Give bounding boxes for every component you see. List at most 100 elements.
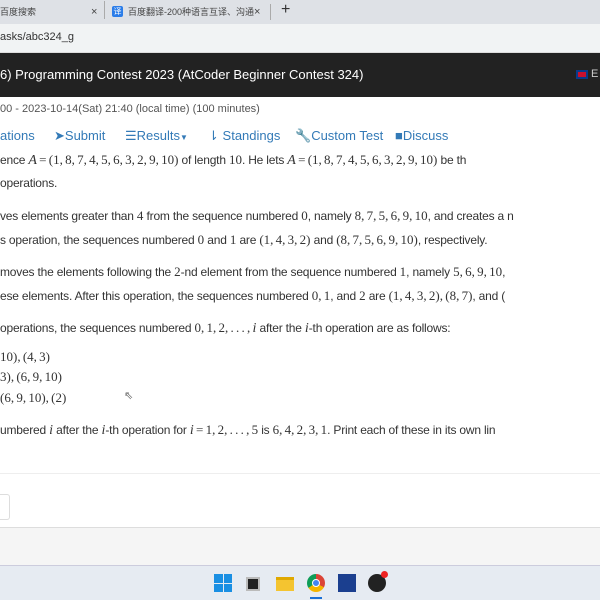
tab-divider bbox=[104, 1, 105, 19]
math-segment: (1, 4, 3, 2), (8, 7) bbox=[388, 288, 473, 303]
new-tab-button[interactable]: + bbox=[281, 1, 290, 19]
text-segment: ves elements greater than bbox=[0, 209, 137, 223]
contest-header: 6) Programming Contest 2023 (AtCoder Beg… bbox=[0, 53, 600, 97]
nav-label: Discuss bbox=[402, 128, 449, 143]
nav-submit[interactable]: ➤Submit bbox=[54, 128, 105, 144]
obs-icon[interactable] bbox=[368, 571, 388, 592]
statement-line: ese elements. After this operation, the … bbox=[0, 288, 505, 304]
text-segment: be th bbox=[437, 153, 467, 167]
nav-label: Standings bbox=[222, 128, 281, 143]
text-segment: are bbox=[236, 233, 260, 247]
dropdown-button[interactable] bbox=[0, 494, 10, 520]
math-segment: 0, 1 bbox=[311, 288, 331, 303]
list-icon: ☰ bbox=[125, 128, 137, 143]
windows-taskbar bbox=[0, 565, 600, 600]
math-segment: 6, 4, 2, 3, 1 bbox=[272, 422, 328, 437]
statement-line: operations. bbox=[0, 176, 57, 190]
tab-divider bbox=[270, 4, 271, 20]
divider bbox=[0, 473, 600, 474]
text-segment: umbered bbox=[0, 423, 50, 437]
active-indicator bbox=[310, 597, 322, 599]
math-segment: (6, 9, 10), (2) bbox=[0, 390, 67, 405]
address-bar[interactable]: asks/abc324_g bbox=[0, 24, 600, 53]
statement-line: operations, the sequences numbered 0, 1,… bbox=[0, 320, 451, 337]
nav-discuss[interactable]: ■Discuss bbox=[395, 128, 448, 143]
contest-title[interactable]: 6) Programming Contest 2023 (AtCoder Beg… bbox=[0, 67, 363, 82]
text-segment: and bbox=[204, 233, 230, 247]
math-segment: A bbox=[28, 153, 37, 168]
mouse-cursor-icon: ⇖ bbox=[124, 390, 134, 402]
contest-time: 00 - 2023-10-14(Sat) 21:40 (local time) … bbox=[0, 103, 260, 115]
wrench-icon: 🔧 bbox=[295, 128, 312, 143]
nav-label: Results bbox=[136, 128, 181, 143]
text-segment: -th operation for bbox=[105, 423, 190, 437]
text-segment: , and ( bbox=[472, 289, 506, 303]
text-segment: -th operation are as follows: bbox=[308, 321, 451, 335]
math-segment: = 1, 2, . . . , 5 bbox=[193, 422, 259, 437]
close-tab-icon[interactable]: × bbox=[254, 0, 260, 24]
text-segment: of length bbox=[178, 153, 229, 167]
text-segment: , respectively. bbox=[417, 233, 488, 247]
statement-line: (6, 9, 10), (2) bbox=[0, 390, 66, 406]
chrome-icon[interactable] bbox=[307, 574, 325, 592]
nav-results[interactable]: ☰Results▼ bbox=[125, 128, 188, 144]
statement-line: moves the elements following the 2-nd el… bbox=[0, 264, 505, 280]
text-segment: after the bbox=[256, 321, 305, 335]
math-segment: 0, 1, 2, . . . , bbox=[194, 320, 253, 335]
text-segment: ence bbox=[0, 153, 29, 167]
url-text[interactable]: asks/abc324_g bbox=[0, 31, 74, 43]
text-segment: , and bbox=[330, 289, 360, 303]
text-segment: -nd element from the sequence numbered bbox=[180, 265, 400, 279]
text-segment: , and creates a n bbox=[427, 209, 514, 223]
tab-bar: 百度搜索 × 译 百度翻译-200种语言互译、沟通 × + bbox=[0, 0, 600, 24]
math-segment: 10), (4, 3) bbox=[0, 349, 50, 364]
statement-line: s operation, the sequences numbered 0 an… bbox=[0, 232, 488, 248]
nav-label: Submit bbox=[64, 128, 106, 143]
language-label[interactable]: E bbox=[591, 68, 598, 80]
nav-standings[interactable]: ⇂ Standings bbox=[208, 128, 280, 144]
start-icon[interactable] bbox=[214, 574, 232, 592]
math-segment: A bbox=[287, 153, 296, 168]
nav-clarifications[interactable]: ations bbox=[0, 128, 35, 143]
text-segment: s operation, the sequences numbered bbox=[0, 233, 198, 247]
nav-label: ations bbox=[0, 128, 35, 143]
file-explorer-icon[interactable] bbox=[276, 577, 294, 591]
uk-flag-icon[interactable] bbox=[576, 70, 588, 79]
devcpp-icon[interactable] bbox=[338, 574, 356, 592]
math-segment: (8, 7, 5, 6, 9, 10) bbox=[336, 232, 418, 247]
text-segment: operations. bbox=[0, 176, 58, 190]
text-segment: from the sequence numbered bbox=[143, 209, 302, 223]
paper-plane-icon: ➤ bbox=[54, 128, 65, 143]
math-segment: = (1, 8, 7, 4, 5, 6, 3, 2, 9, 10) bbox=[295, 152, 438, 167]
tab-baidu-translate[interactable]: 百度翻译-200种语言互译、沟通 bbox=[128, 0, 254, 24]
statement-line: ence A = (1, 8, 7, 4, 5, 6, 3, 2, 9, 10)… bbox=[0, 152, 466, 169]
tab-baidu-search[interactable]: 百度搜索 bbox=[0, 0, 36, 24]
task-view-icon[interactable] bbox=[246, 577, 260, 591]
text-segment: , namely bbox=[307, 209, 355, 223]
text-segment: , bbox=[502, 265, 506, 279]
text-segment: is bbox=[258, 423, 273, 437]
text-segment: after the bbox=[53, 423, 102, 437]
math-segment: = (1, 8, 7, 4, 5, 6, 3, 2, 9, 10) bbox=[36, 152, 179, 167]
nav-custom-test[interactable]: 🔧Custom Test bbox=[295, 128, 383, 144]
text-segment: operations, the sequences numbered bbox=[0, 321, 195, 335]
math-segment: 5, 6, 9, 10 bbox=[453, 264, 503, 279]
text-segment: . Print each of these in its own lin bbox=[327, 423, 496, 437]
text-segment: . He lets bbox=[241, 153, 288, 167]
text-segment: are bbox=[365, 289, 389, 303]
math-segment: 10 bbox=[228, 152, 242, 167]
statement-line: 10), (4, 3) bbox=[0, 349, 50, 365]
caret-down-icon: ▼ bbox=[180, 133, 188, 142]
text-segment: moves the elements following the bbox=[0, 265, 175, 279]
nav-label: Custom Test bbox=[311, 128, 384, 143]
close-tab-icon[interactable]: × bbox=[91, 0, 97, 24]
text-segment: ese elements. After this operation, the … bbox=[0, 289, 312, 303]
footer-band bbox=[0, 527, 600, 565]
statement-line: umbered i after the i-th operation for i… bbox=[0, 422, 496, 439]
text-segment: , namely bbox=[406, 265, 454, 279]
text-segment: and bbox=[310, 233, 337, 247]
statement-line: ves elements greater than 4 from the seq… bbox=[0, 208, 514, 224]
math-segment: 8, 7, 5, 6, 9, 10 bbox=[354, 208, 428, 223]
translate-favicon-icon: 译 bbox=[112, 6, 123, 17]
math-segment: 3), (6, 9, 10) bbox=[0, 369, 62, 384]
